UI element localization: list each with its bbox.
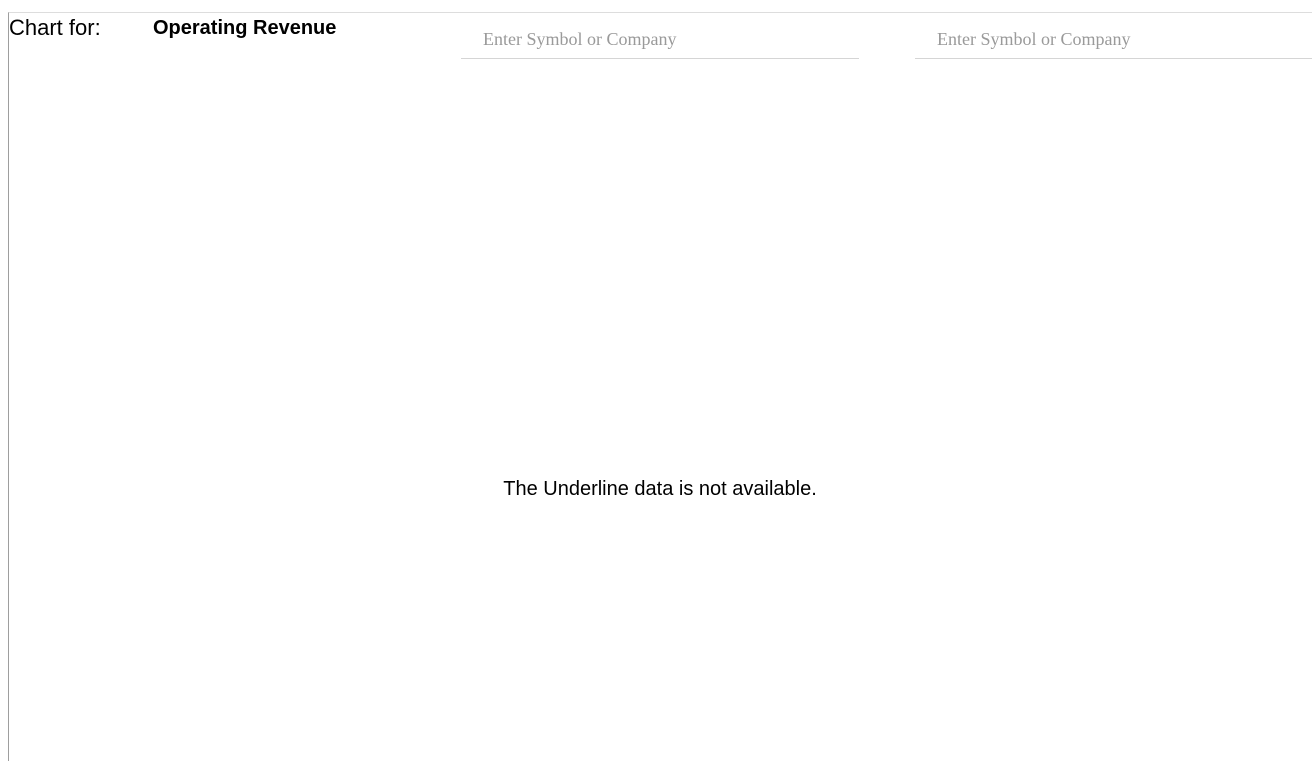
compare-symbol-input-2[interactable]: [915, 20, 1312, 59]
compare-symbol-input-1[interactable]: [461, 20, 859, 59]
no-data-message: The Underline data is not available.: [503, 478, 817, 500]
chart-frame: [8, 12, 1312, 761]
chart-for-label: Chart for:: [9, 15, 101, 40]
metric-title: Operating Revenue: [153, 17, 337, 39]
